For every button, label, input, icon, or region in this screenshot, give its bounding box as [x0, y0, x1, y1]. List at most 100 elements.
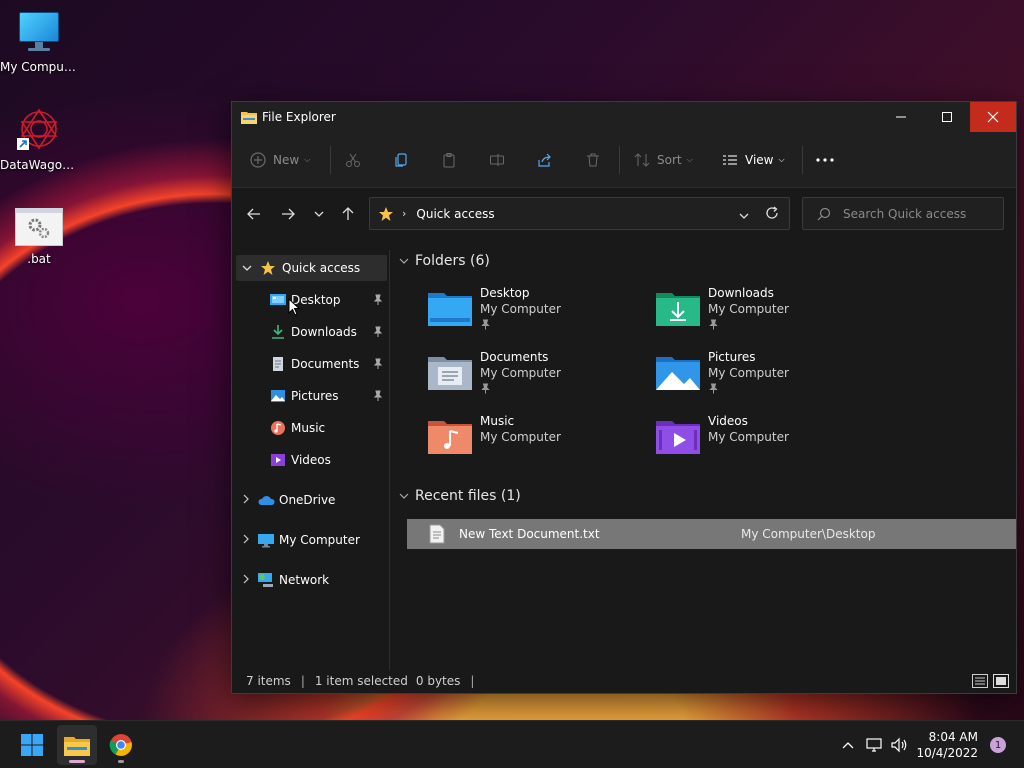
- folder-tile-documents[interactable]: Documents My Computer: [428, 350, 648, 406]
- chevron-down-icon: ⌵: [304, 154, 311, 164]
- title-bar[interactable]: File Explorer: [232, 102, 1016, 132]
- address-bar[interactable]: › Quick access: [369, 197, 790, 230]
- chevron-up-icon: [842, 742, 854, 749]
- chevron-right-icon: [237, 574, 255, 587]
- address-history-button[interactable]: [739, 208, 749, 222]
- paste-button[interactable]: [439, 144, 467, 176]
- document-icon: [270, 356, 286, 372]
- folder-location: My Computer: [480, 430, 561, 444]
- chevron-down-icon: [739, 213, 749, 219]
- copy-button[interactable]: [391, 144, 419, 176]
- taskbar-chrome[interactable]: [101, 725, 141, 765]
- sidebar-item-videos[interactable]: Videos: [232, 447, 389, 473]
- network-icon: [257, 572, 275, 588]
- breadcrumb[interactable]: Quick access: [416, 207, 494, 221]
- pin-icon: [373, 294, 383, 306]
- folder-tile-downloads[interactable]: Downloads My Computer: [656, 286, 876, 342]
- sidebar-item-onedrive[interactable]: OneDrive: [232, 487, 389, 513]
- file-explorer-icon: [241, 110, 257, 124]
- pin-icon: [373, 390, 383, 402]
- pin-icon: [373, 326, 383, 338]
- folders-section-header[interactable]: Folders (6): [399, 253, 490, 269]
- sidebar-item-label: Videos: [291, 453, 331, 467]
- sort-button[interactable]: Sort ⌵: [632, 144, 700, 176]
- rename-icon: [487, 150, 507, 170]
- chrome-icon: [109, 734, 132, 756]
- sidebar-item-downloads[interactable]: Downloads: [232, 319, 389, 345]
- search-input[interactable]: Search Quick access: [843, 207, 966, 221]
- share-icon: [535, 150, 555, 170]
- folder-name: Downloads: [708, 286, 774, 300]
- folder-tile-videos[interactable]: Videos My Computer: [656, 414, 876, 470]
- chevron-down-icon: ⌵: [778, 154, 785, 164]
- sidebar-item-music[interactable]: Music: [232, 415, 389, 441]
- download-arrow-icon: [270, 324, 286, 340]
- desktop-icon-my-computer[interactable]: My Computer: [0, 10, 78, 74]
- details-view-button[interactable]: [972, 674, 988, 691]
- new-button[interactable]: New ⌵: [248, 144, 318, 176]
- close-button[interactable]: [970, 102, 1016, 132]
- volume-button[interactable]: [890, 735, 910, 755]
- folder-location: My Computer: [708, 302, 789, 316]
- minimize-button[interactable]: [878, 102, 924, 132]
- pin-icon: [709, 383, 718, 394]
- breadcrumb-separator-icon: ›: [402, 207, 407, 220]
- up-button[interactable]: [338, 204, 358, 224]
- selection-size: 0 bytes: [415, 674, 461, 688]
- maximize-icon: [942, 112, 952, 122]
- sidebar-item-label: Documents: [291, 357, 360, 371]
- sidebar-item-pictures[interactable]: Pictures: [232, 383, 389, 409]
- rename-button[interactable]: [487, 144, 515, 176]
- sidebar-item-label: Quick access: [282, 261, 361, 275]
- sort-label: Sort: [657, 152, 682, 167]
- sidebar-item-my-computer[interactable]: My Computer: [232, 527, 389, 553]
- folder-tile-desktop[interactable]: Desktop My Computer: [428, 286, 648, 342]
- clock-time: 8:04 AM: [928, 730, 978, 744]
- minimize-icon: [896, 116, 906, 118]
- sidebar-item-label: My Computer: [279, 533, 360, 547]
- start-button[interactable]: [12, 725, 52, 765]
- sidebar-item-documents[interactable]: Documents: [232, 351, 389, 377]
- taskbar: 8:04 AM 10/4/2022 1: [0, 720, 1024, 768]
- chevron-down-icon: [399, 493, 409, 499]
- sidebar-item-label: Network: [279, 573, 330, 587]
- recent-locations-button[interactable]: [309, 204, 329, 224]
- file-explorer-window: File Explorer New ⌵ Sort ⌵ View ⌵ › Quic…: [231, 101, 1017, 694]
- forward-button[interactable]: [278, 204, 298, 224]
- show-hidden-icons-button[interactable]: [838, 735, 858, 755]
- network-icon: [866, 738, 882, 752]
- network-status-button[interactable]: [865, 735, 885, 755]
- copy-icon: [391, 150, 411, 170]
- table-row[interactable]: New Text Document.txt My Computer\Deskto…: [407, 519, 1016, 549]
- sidebar-item-quick-access[interactable]: Quick access: [236, 255, 387, 281]
- maximize-button[interactable]: [924, 102, 970, 132]
- clock[interactable]: 8:04 AM 10/4/2022: [916, 729, 978, 761]
- tiles-view-button[interactable]: [993, 674, 1009, 691]
- desktop-icon-bat[interactable]: .bat: [0, 208, 78, 266]
- recent-files-section-header[interactable]: Recent files (1): [399, 488, 521, 504]
- status-bar: 7 items | 1 item selected 0 bytes |: [232, 669, 1016, 693]
- refresh-button[interactable]: [765, 206, 779, 223]
- sidebar-item-network[interactable]: Network: [232, 567, 389, 593]
- star-icon: [260, 260, 276, 276]
- more-options-button[interactable]: [815, 144, 843, 176]
- notification-badge[interactable]: 1: [990, 737, 1006, 753]
- delete-button[interactable]: [583, 144, 611, 176]
- tiles-view-icon: [993, 674, 1009, 688]
- desktop-icon-datawagon[interactable]: DataWagon...: [0, 106, 78, 172]
- back-button[interactable]: [244, 204, 264, 224]
- folder-tile-pictures[interactable]: Pictures My Computer: [656, 350, 876, 406]
- folder-name: Pictures: [708, 350, 756, 364]
- arrow-up-icon: [342, 207, 354, 220]
- cut-button[interactable]: [343, 144, 371, 176]
- recent-heading: Recent files (1): [415, 488, 521, 504]
- search-box[interactable]: Search Quick access: [802, 197, 1004, 230]
- view-button[interactable]: View ⌵: [720, 144, 792, 176]
- sidebar-item-desktop[interactable]: Desktop: [232, 287, 389, 313]
- chevron-down-icon: [314, 211, 324, 217]
- more-dots-icon: [815, 150, 835, 170]
- file-path: My Computer\Desktop: [741, 527, 876, 541]
- folder-tile-music[interactable]: Music My Computer: [428, 414, 648, 470]
- share-button[interactable]: [535, 144, 563, 176]
- taskbar-file-explorer[interactable]: [57, 725, 97, 765]
